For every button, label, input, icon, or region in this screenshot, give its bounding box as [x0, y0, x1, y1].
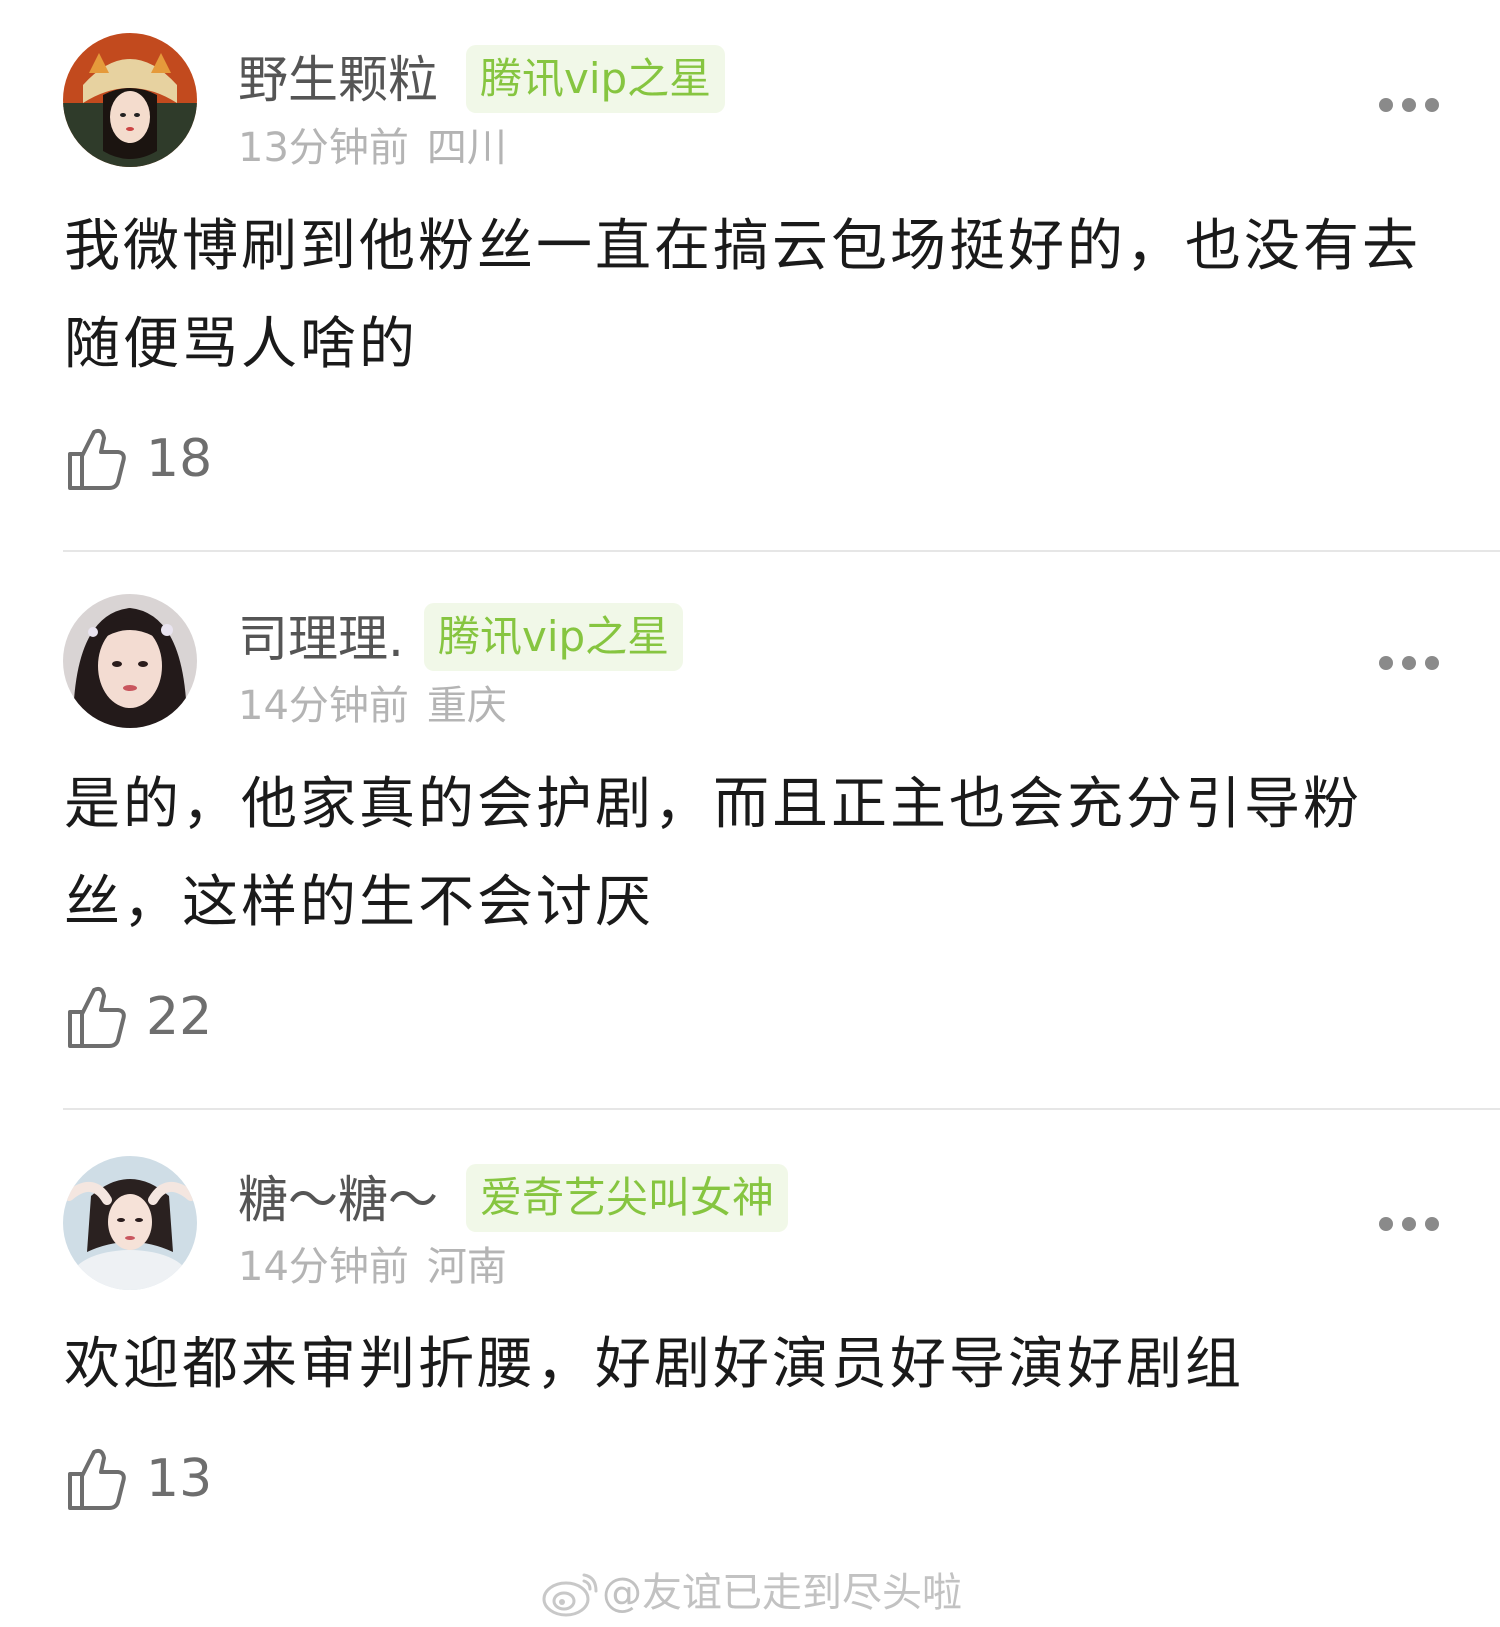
- divider: [63, 1108, 1500, 1110]
- comment-meta: 14分钟前 重庆: [238, 682, 507, 730]
- comment-time: 13分钟前: [238, 125, 409, 171]
- comment-meta: 14分钟前 河南: [238, 1243, 507, 1291]
- comment-text: 我微博刷到他粉丝一直在搞云包场挺好的，也没有去随便骂人啥的: [64, 214, 1421, 377]
- comment-meta: 13分钟前 四川: [238, 124, 507, 172]
- comment-location: 四川: [426, 125, 507, 171]
- thumbs-up-icon: [68, 1448, 126, 1510]
- avatar[interactable]: [63, 33, 197, 167]
- avatar[interactable]: [63, 1156, 197, 1290]
- avatar[interactable]: [63, 594, 197, 728]
- more-dots-icon[interactable]: [1378, 655, 1440, 671]
- like-count: 18: [146, 429, 213, 489]
- watermark-text: @友谊已走到尽头啦: [602, 1570, 962, 1616]
- weibo-logo-icon: [542, 1573, 598, 1617]
- username[interactable]: 司理理.: [238, 609, 404, 669]
- vip-badge: 爱奇艺尖叫女神: [466, 1164, 789, 1232]
- more-dots-icon[interactable]: [1378, 1216, 1440, 1232]
- comment-text: 是的，他家真的会护剧，而且正主也会充分引导粉丝，这样的生不会讨厌: [64, 772, 1362, 935]
- comment-time: 14分钟前: [238, 683, 409, 729]
- like-count: 22: [146, 987, 213, 1047]
- thumbs-up-icon: [68, 986, 126, 1048]
- comment-location: 重庆: [426, 683, 507, 729]
- divider: [63, 550, 1500, 552]
- more-dots-icon[interactable]: [1378, 97, 1440, 113]
- vip-badge: 腾讯vip之星: [424, 603, 684, 671]
- vip-badge: 腾讯vip之星: [466, 45, 726, 113]
- thumbs-up-icon: [68, 428, 126, 490]
- comment-text: 欢迎都来审判折腰，好剧好演员好导演好剧组: [64, 1332, 1244, 1397]
- username[interactable]: 野生颗粒: [238, 50, 438, 110]
- comment-time: 14分钟前: [238, 1244, 409, 1290]
- comment-location: 河南: [426, 1244, 507, 1290]
- username[interactable]: 糖～糖～: [238, 1170, 438, 1230]
- like-count: 13: [146, 1449, 213, 1509]
